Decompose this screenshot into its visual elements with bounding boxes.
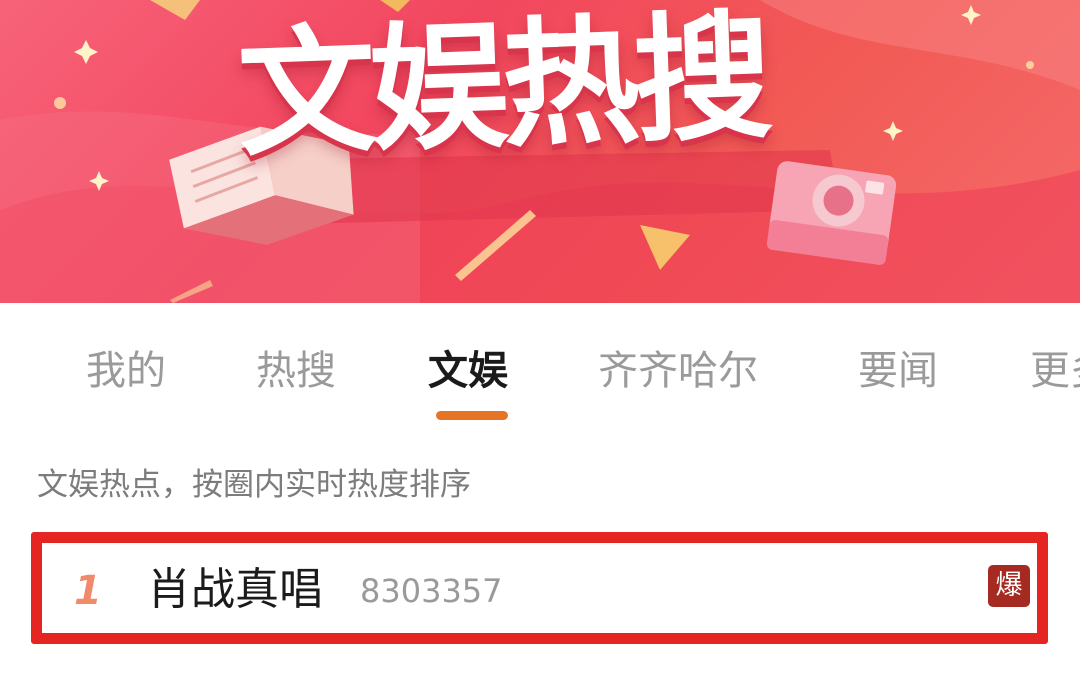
rank-number: 1: [74, 568, 102, 614]
banner-title: 文娱热搜: [235, 0, 769, 176]
tab-qiqihar[interactable]: 齐齐哈尔: [598, 341, 758, 401]
tab-entertainment[interactable]: 文娱: [428, 341, 508, 401]
tab-more[interactable]: 更多: [1030, 341, 1080, 401]
camera-icon: [766, 161, 897, 265]
tab-headlines[interactable]: 要闻: [858, 341, 938, 401]
active-tab-indicator: [436, 411, 508, 420]
hot-item-title[interactable]: 肖战真唱: [147, 559, 323, 621]
hot-list-item[interactable]: 1 肖战真唱 8303357 爆: [31, 532, 1048, 644]
tab-bar: 我的 热搜 文娱 齐齐哈尔 要闻 更多: [0, 303, 1080, 438]
heat-count: 8303357: [360, 572, 503, 610]
banner: 文娱热搜: [0, 0, 1080, 303]
tab-mine[interactable]: 我的: [86, 341, 166, 401]
explosive-badge: 爆: [988, 565, 1030, 607]
tab-hot-search[interactable]: 热搜: [256, 341, 336, 401]
section-subtitle: 文娱热点，按圈内实时热度排序: [37, 467, 471, 503]
